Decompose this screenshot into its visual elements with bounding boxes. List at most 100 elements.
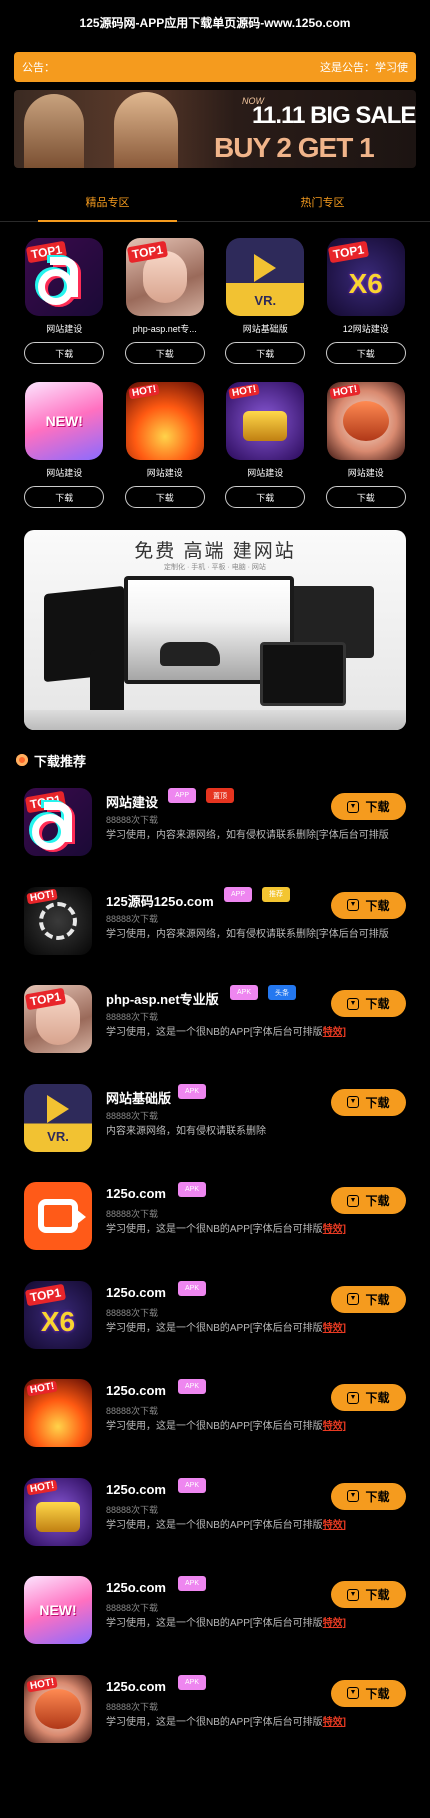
app-name[interactable]: 125o.com [106, 1679, 166, 1694]
anime-game-icon[interactable]: NEW! [25, 382, 104, 460]
description-highlight: 特效] [322, 1322, 347, 1334]
download-button-label: 下载 [365, 1686, 390, 1701]
featured-item[interactable]: TOP1 php-asp.net专... 下载 [115, 238, 216, 364]
app-name[interactable]: 125源码125o.com [106, 891, 214, 910]
fire-game-icon[interactable]: HOT! [125, 382, 204, 460]
tab-featured[interactable]: 精品专区 [0, 182, 215, 222]
poker-icon[interactable]: HOT! [24, 886, 92, 955]
tab-hot[interactable]: 热门专区 [215, 182, 430, 221]
description-text: 学习使用，内容来源网络，如有侵权请联系删除[字体后台可排版 [106, 830, 389, 841]
featured-item[interactable]: HOT! 网站建设 下载 [115, 382, 216, 508]
download-button-label: 下载 [365, 1588, 390, 1602]
description-highlight: 特效] [322, 1618, 347, 1629]
download-button[interactable]: 下载 [331, 1187, 406, 1214]
download-button[interactable]: 下载 [331, 1679, 406, 1707]
download-button[interactable]: 下载 [24, 486, 105, 508]
app-name[interactable]: 125o.com [106, 1482, 166, 1497]
app-name[interactable]: 125o.com [106, 1285, 166, 1300]
vr-label: VR. [254, 293, 277, 308]
list-item[interactable]: 125o.com APK 88888次下载 学习使用，这是一个很NB的APP[字体后台… [0, 1174, 430, 1273]
featured-item[interactable]: HOT! 网站建设 下载 [215, 382, 316, 508]
girl-game-icon[interactable]: TOP1 [125, 238, 204, 316]
download-button[interactable]: 下载 [331, 1384, 406, 1411]
featured-item[interactable]: TOP1 网站建设 下载 [14, 238, 115, 364]
download-button[interactable]: 下载 [331, 990, 406, 1017]
download-button[interactable]: 下载 [331, 1088, 406, 1116]
list-item[interactable]: HOT! 125o.com APK 88888次下载 学习使用，这是一个很NB的APP[… [0, 1371, 430, 1470]
featured-item[interactable]: NEW! 网站建设 下载 [14, 382, 115, 508]
download-button[interactable]: 下载 [124, 486, 205, 508]
tiktok-icon[interactable]: TOP1 [25, 238, 104, 316]
anime-game-icon[interactable]: NEW! [24, 1576, 92, 1644]
download-button[interactable]: 下载 [225, 486, 306, 508]
girl-game-icon[interactable]: TOP1 [24, 985, 92, 1053]
description-text: 学习使用，这是一个很NB的APP[字体后台可排版 [106, 1224, 323, 1235]
download-button[interactable]: 下载 [325, 486, 406, 508]
download-button[interactable]: 下载 [331, 793, 406, 820]
category-tabs: 精品专区 热门专区 [0, 182, 430, 222]
tiktok-icon[interactable]: TOP1 [24, 788, 92, 856]
download-button[interactable]: 下载 [331, 1581, 406, 1608]
dragon-game-icon[interactable]: HOT! [24, 1674, 92, 1743]
description-text: 学习使用，这是一个很NB的APP[字体后台可排版 [106, 1716, 323, 1728]
description-text: 学习使用，这是一个很NB的APP[字体后台可排版 [106, 1421, 323, 1432]
showcase-floor [24, 710, 406, 730]
download-button[interactable]: 下载 [331, 1482, 406, 1510]
download-count: 88888次下载 [106, 1012, 159, 1022]
download-icon [347, 1588, 360, 1601]
vr-player-icon[interactable]: VR. [226, 238, 305, 316]
list-item[interactable]: HOT! 125o.com APK 88888次下载 学习使用，这是一个很NB的APP[… [0, 1470, 430, 1569]
download-button[interactable]: 下载 [331, 1285, 406, 1313]
kuaishou-icon[interactable] [24, 1182, 92, 1250]
treasure-chest-icon[interactable]: HOT! [226, 382, 305, 460]
download-count: 88888次下载 [106, 1603, 159, 1613]
list-item[interactable]: HOT! 125源码125o.com APP 推荐 88888次下载 学习使用，内容来源网… [0, 879, 430, 978]
notice-bar[interactable]: 公告： 这是公告：学习使 [14, 52, 416, 82]
download-button[interactable]: 下载 [331, 891, 406, 919]
fire-game-icon[interactable]: HOT! [24, 1379, 92, 1447]
app-description: 学习使用，这是一个很NB的APP[字体后台可排版特效] [106, 1220, 396, 1235]
app-description: 学习使用，这是一个很NB的APP[字体后台可排版特效] [106, 1023, 396, 1038]
tag-group: APP 推荐 [224, 886, 291, 902]
phone-image [90, 650, 124, 718]
hot-badge: HOT! [228, 383, 261, 400]
showcase-banner[interactable]: 免费 高端 建网站 定制化 · 手机 · 平板 · 电脑 · 网站 [24, 530, 406, 730]
x6-game-icon[interactable]: TOP1 X6 [326, 238, 405, 316]
app-name[interactable]: 125o.com [106, 1383, 166, 1398]
list-item[interactable]: HOT! 125o.com APK 88888次下载 学习使用，这是一个很NB的APP[… [0, 1667, 430, 1766]
app-name[interactable]: 125o.com [106, 1580, 166, 1595]
download-icon [347, 1194, 360, 1207]
featured-item[interactable]: HOT! 网站建设 下载 [316, 382, 417, 508]
app-description: 内容来源网络，如有侵权请联系删除 [106, 1122, 396, 1137]
app-name[interactable]: 网站基础版 [106, 1088, 171, 1107]
download-icon [347, 1391, 360, 1404]
download-button[interactable]: 下载 [124, 342, 205, 364]
description-highlight: 特效] [322, 1027, 347, 1038]
tag-group: APK [178, 1576, 207, 1591]
featured-item[interactable]: VR. 网站基础版 下载 [215, 238, 316, 364]
tag-badge: APK [178, 1379, 207, 1394]
treasure-chest-icon[interactable]: HOT! [24, 1477, 92, 1546]
list-item[interactable]: VR. 网站基础版 APK 88888次下载 内容来源网络，如有侵权请联系删除 下载 [0, 1076, 430, 1175]
tag-badge: APK [178, 1576, 207, 1591]
featured-item[interactable]: TOP1 X6 12网站建设 下载 [316, 238, 417, 364]
promo-banner[interactable]: NOW 11.11 BIG SALE BUY 2 GET 1 FREE [14, 90, 416, 168]
app-name[interactable]: php-asp.net专业版 [106, 989, 219, 1008]
banner-model-image [24, 94, 84, 168]
tag-badge: APP [168, 788, 197, 803]
dragon-game-icon[interactable]: HOT! [326, 382, 405, 460]
x6-game-icon[interactable]: TOP1 X6 [24, 1280, 92, 1349]
list-item[interactable]: TOP1 网站建设 APP 置顶 88888次下载 学习使用，内容来源网络，如有侵权请联系… [0, 780, 430, 879]
banner-headline: 11.11 BIG SALE [252, 102, 416, 129]
download-button[interactable]: 下载 [325, 342, 406, 364]
list-item[interactable]: NEW! 125o.com APK 88888次下载 学习使用，这是一个很NB的APP[… [0, 1568, 430, 1667]
x6-label: X6 [348, 268, 383, 299]
download-button-label: 下载 [365, 800, 390, 814]
app-name[interactable]: 125o.com [106, 1186, 166, 1201]
app-name[interactable]: 网站建设 [106, 792, 158, 811]
download-button[interactable]: 下载 [24, 342, 105, 364]
vr-player-icon[interactable]: VR. [24, 1083, 92, 1152]
list-item[interactable]: TOP1 X6 125o.com APK 88888次下载 学习使用，这是一个很NB的AP… [0, 1273, 430, 1372]
list-item[interactable]: TOP1 php-asp.net专业版 APK 头条 88888次下载 学习使用，这是一个… [0, 977, 430, 1076]
download-button[interactable]: 下载 [225, 342, 306, 364]
